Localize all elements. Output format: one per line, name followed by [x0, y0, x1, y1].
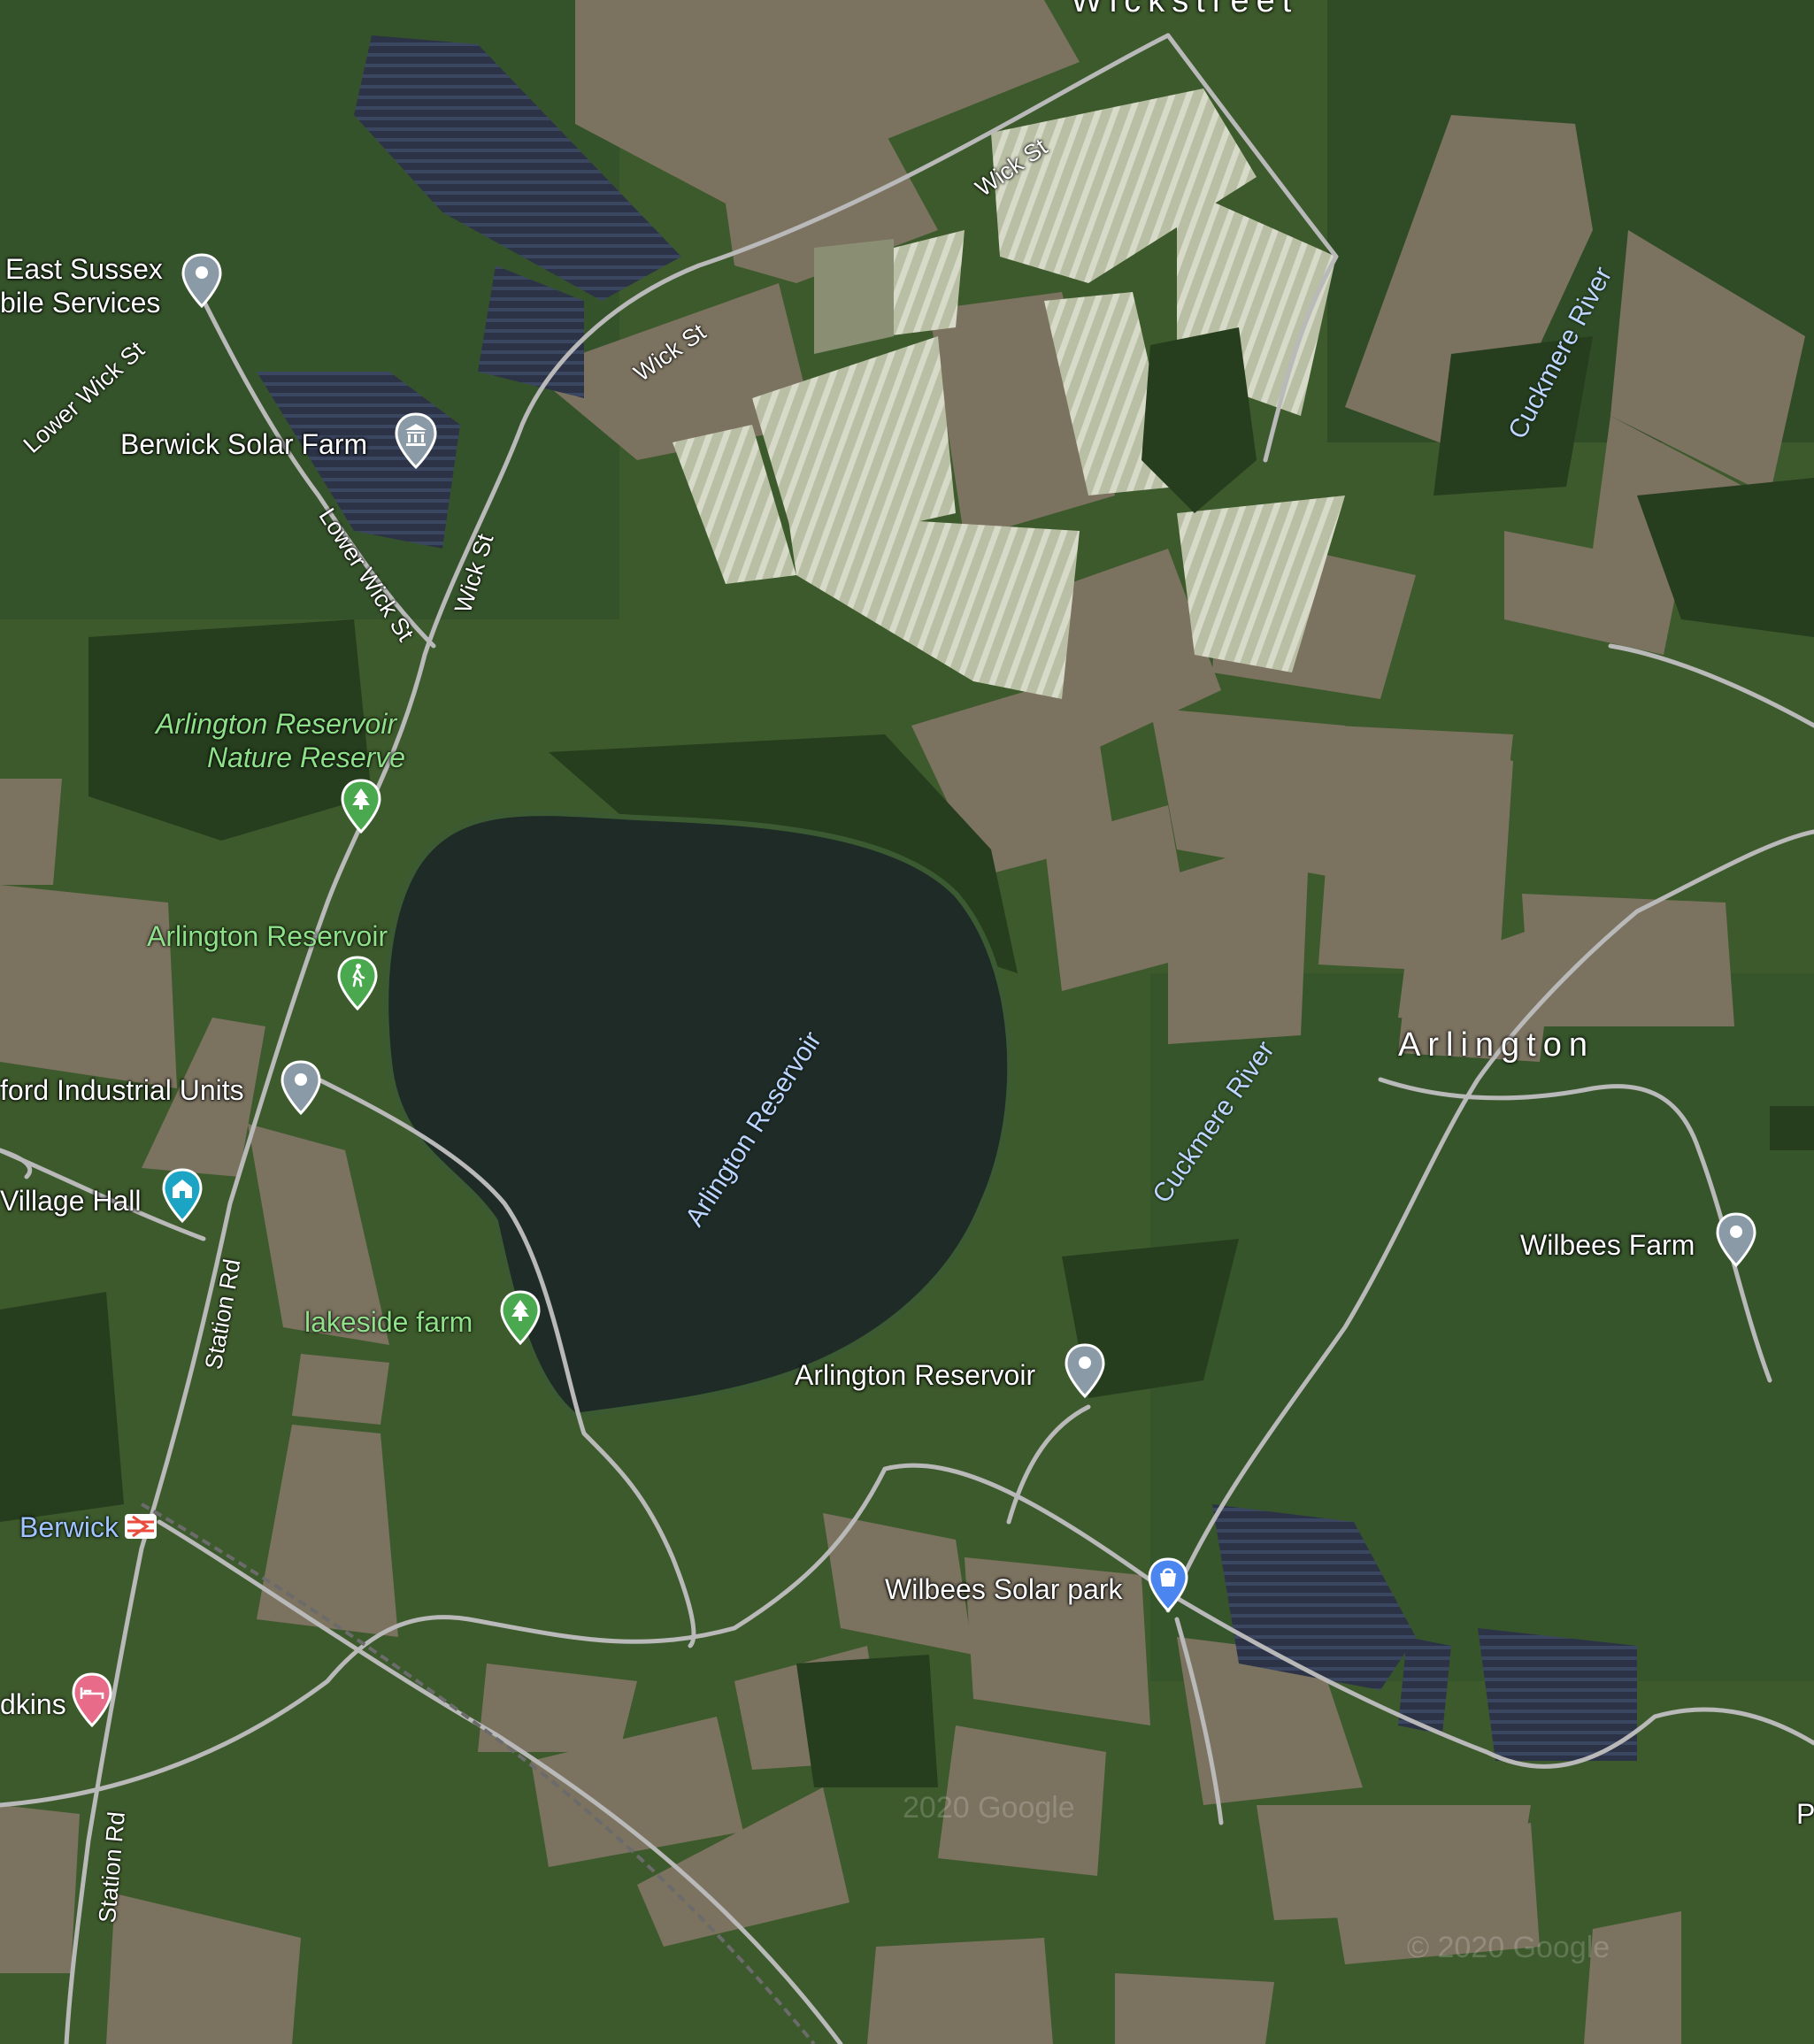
rail-station-icon[interactable]	[124, 1513, 158, 1540]
station-label-berwick[interactable]: Berwick	[19, 1513, 119, 1541]
tree-pin-icon[interactable]	[499, 1290, 542, 1347]
grey-pin-icon[interactable]	[280, 1060, 322, 1117]
grey-pin-icon[interactable]	[1064, 1343, 1106, 1400]
map-canvas[interactable]: Wickstreet East Sussex bile Services Ber…	[0, 0, 1814, 2044]
poi-label-wilbees-farm[interactable]: Wilbees Farm	[1520, 1231, 1695, 1259]
grey-pin-icon[interactable]	[1715, 1212, 1757, 1269]
poi-label-wilbees-solar-park[interactable]: Wilbees Solar park	[885, 1575, 1123, 1603]
watermark-1: 2020 Google	[903, 1791, 1075, 1825]
satellite-imagery	[0, 0, 1814, 2044]
bed-pin-icon[interactable]	[71, 1672, 113, 1729]
poi-label-mobile-services[interactable]: bile Services	[0, 288, 160, 317]
lodging-label-dkins[interactable]: dkins	[0, 1690, 66, 1718]
hiking-pin-icon[interactable]	[336, 956, 379, 1012]
town-label-arlington[interactable]: Arlington	[1398, 1028, 1595, 1062]
park-label-nature-reserve[interactable]: Nature Reserve	[207, 743, 405, 772]
community-pin-icon[interactable]	[161, 1168, 204, 1225]
grey-pin-icon[interactable]	[181, 253, 223, 310]
park-label-arlington-reservoir[interactable]: Arlington Reservoir	[156, 710, 396, 738]
town-label-wickstreet: Wickstreet	[1071, 0, 1299, 19]
shopping-pin-icon[interactable]	[1147, 1557, 1189, 1614]
trail-label-arlington-reservoir[interactable]: Arlington Reservoir	[147, 922, 388, 950]
museum-pin-icon[interactable]	[394, 412, 438, 471]
poi-label-lakeside-farm[interactable]: lakeside farm	[304, 1308, 473, 1336]
poi-label-arlington-reservoir[interactable]: Arlington Reservoir	[795, 1361, 1035, 1389]
poi-label-village-hall[interactable]: Village Hall	[0, 1187, 142, 1215]
tree-pin-icon[interactable]	[340, 779, 382, 835]
poi-label-edge-letter: P	[1796, 1798, 1814, 1830]
poi-label-berwick-solar-farm[interactable]: Berwick Solar Farm	[120, 430, 367, 458]
watermark-2: © 2020 Google	[1407, 1931, 1610, 1964]
poi-label-industrial-units[interactable]: ford Industrial Units	[0, 1076, 244, 1104]
poi-label-east-sussex[interactable]: East Sussex	[5, 255, 163, 283]
